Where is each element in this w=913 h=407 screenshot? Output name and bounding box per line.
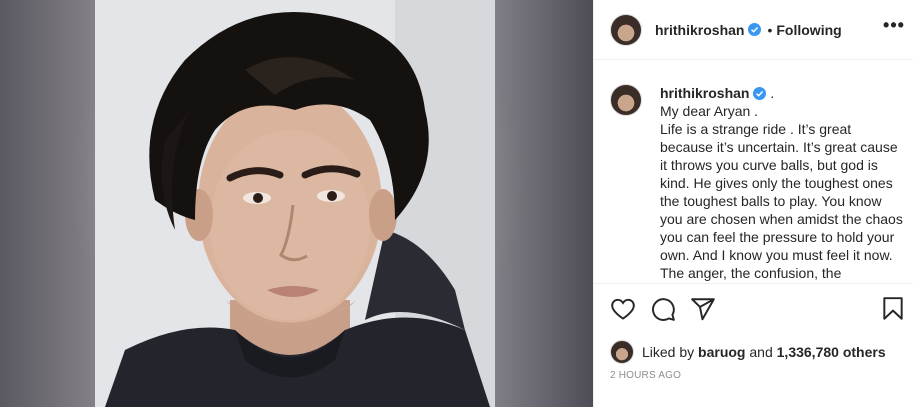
bookmark-icon[interactable] (880, 296, 906, 322)
paper-plane-icon[interactable] (690, 296, 716, 322)
verified-badge-icon (753, 87, 767, 100)
portrait-illustration (95, 0, 495, 407)
post-actions (594, 288, 913, 328)
caption-body: hrithikroshan . My dear Aryan . Life is … (660, 84, 904, 283)
verified-badge-icon (748, 23, 762, 36)
caption-suffix: . (770, 85, 775, 101)
photo-image (95, 0, 495, 407)
heart-icon[interactable] (610, 296, 636, 322)
liked-by-user[interactable]: baruog (698, 344, 745, 360)
likes-summary: Liked by baruog and 1,336,780 others (610, 340, 886, 364)
post-timestamp[interactable]: 2 HOURS AGO (610, 370, 681, 381)
caption-username[interactable]: hrithikroshan (660, 85, 749, 101)
liker-avatar[interactable] (610, 340, 634, 364)
author-avatar[interactable] (610, 13, 642, 46)
author-username[interactable]: hrithikroshan (655, 22, 744, 38)
more-options-button[interactable]: ••• (882, 16, 906, 40)
likes-count[interactable]: 1,336,780 others (777, 344, 886, 360)
caption-text: My dear Aryan . Life is a strange ride .… (660, 103, 903, 281)
liked-by-and: and (749, 344, 773, 360)
post-photo[interactable] (0, 0, 593, 407)
caption-avatar[interactable] (610, 84, 642, 116)
header-separator: • (767, 21, 773, 38)
following-button[interactable]: Following (776, 22, 841, 38)
post-header: hrithikroshan • Following ••• (594, 0, 913, 60)
post-side-panel: hrithikroshan • Following ••• hrithikros… (593, 0, 913, 407)
caption-section: hrithikroshan . My dear Aryan . Life is … (594, 60, 913, 284)
liked-by-prefix: Liked by (642, 344, 695, 360)
comment-icon[interactable] (650, 296, 676, 322)
